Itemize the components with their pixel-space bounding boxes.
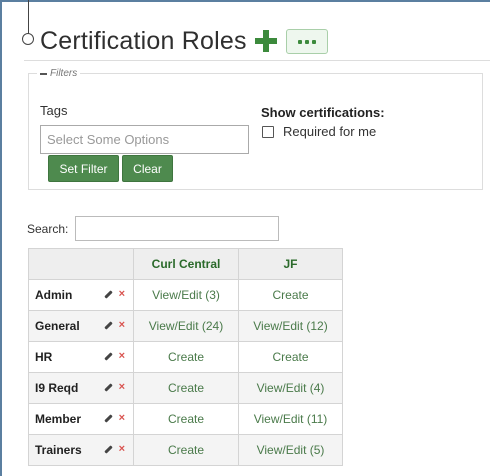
pencil-icon[interactable]	[103, 383, 113, 392]
collapse-icon	[40, 72, 47, 75]
pencil-icon[interactable]	[103, 290, 113, 299]
role-actions: ×	[103, 289, 125, 300]
cert-link[interactable]: View/Edit (11)	[238, 403, 343, 435]
pencil-icon[interactable]	[103, 445, 113, 454]
close-icon[interactable]: ×	[119, 351, 125, 362]
table-row: Admin × View/Edit (3) Create	[28, 279, 343, 311]
table-row: General × View/Edit (24) View/Edit (12)	[28, 310, 343, 342]
search-input[interactable]	[75, 216, 279, 241]
timeline-node	[22, 33, 34, 45]
ellipsis-dot	[305, 39, 309, 44]
role-actions: ×	[103, 382, 125, 393]
cert-link[interactable]: Create	[133, 434, 239, 466]
add-role-button[interactable]	[255, 30, 277, 52]
more-options-button[interactable]	[286, 29, 328, 54]
role-cell: Trainers ×	[28, 434, 134, 466]
column-header-jf[interactable]: JF	[238, 248, 343, 280]
plus-icon-stroke	[263, 30, 269, 52]
table-row: Member × Create View/Edit (11)	[28, 403, 343, 435]
search-label: Search:	[27, 222, 69, 236]
column-header-role	[28, 248, 134, 280]
pencil-icon[interactable]	[103, 414, 113, 423]
role-name: Member	[35, 412, 82, 426]
cert-link[interactable]: Create	[238, 279, 343, 311]
role-actions: ×	[103, 351, 125, 362]
role-actions: ×	[103, 320, 125, 331]
cert-link[interactable]: View/Edit (3)	[133, 279, 239, 311]
certification-roles-table: Curl Central JF Admin × View/Edit (3) Cr…	[28, 248, 343, 466]
close-icon[interactable]: ×	[119, 382, 125, 393]
role-cell: Member ×	[28, 403, 134, 435]
close-icon[interactable]: ×	[119, 289, 125, 300]
role-name: HR	[35, 350, 53, 364]
title-divider	[24, 60, 490, 61]
role-cell: HR ×	[28, 341, 134, 373]
close-icon[interactable]: ×	[119, 444, 125, 455]
cert-link[interactable]: Create	[238, 341, 343, 373]
close-icon[interactable]: ×	[119, 413, 125, 424]
page-title: Certification Roles	[40, 27, 247, 55]
pencil-icon[interactable]	[103, 321, 113, 330]
cert-link[interactable]: Create	[133, 372, 239, 404]
close-icon[interactable]: ×	[119, 320, 125, 331]
role-cell: Admin ×	[28, 279, 134, 311]
cert-link[interactable]: View/Edit (24)	[133, 310, 239, 342]
column-header-curl-central[interactable]: Curl Central	[133, 248, 239, 280]
ellipsis-icon	[298, 39, 302, 44]
role-cell: General ×	[28, 310, 134, 342]
role-name: General	[35, 319, 80, 333]
show-certifications-label: Show certifications:	[261, 105, 385, 120]
set-filter-button[interactable]: Set Filter	[48, 155, 119, 182]
role-actions: ×	[103, 444, 125, 455]
role-cell: I9 Reqd ×	[28, 372, 134, 404]
cert-link[interactable]: View/Edit (5)	[238, 434, 343, 466]
tags-label: Tags	[40, 103, 68, 118]
cert-link[interactable]: Create	[133, 341, 239, 373]
table-header-row: Curl Central JF	[28, 248, 343, 280]
role-actions: ×	[103, 413, 125, 424]
cert-link[interactable]: View/Edit (12)	[238, 310, 343, 342]
tags-select-input[interactable]	[40, 125, 249, 154]
pencil-icon[interactable]	[103, 352, 113, 361]
clear-filter-button[interactable]: Clear	[122, 155, 173, 182]
required-for-me-label[interactable]: Required for me	[283, 124, 376, 139]
role-name: Trainers	[35, 443, 82, 457]
timeline-line	[28, 0, 29, 34]
filters-legend-label: Filters	[50, 68, 78, 79]
required-for-me-checkbox[interactable]	[262, 126, 274, 138]
role-name: I9 Reqd	[35, 381, 79, 395]
table-row: I9 Reqd × Create View/Edit (4)	[28, 372, 343, 404]
role-name: Admin	[35, 288, 73, 302]
cert-link[interactable]: View/Edit (4)	[238, 372, 343, 404]
table-row: Trainers × Create View/Edit (5)	[28, 434, 343, 466]
ellipsis-dot	[312, 39, 316, 44]
table-row: HR × Create Create	[28, 341, 343, 373]
filters-legend[interactable]: Filters	[37, 68, 80, 79]
cert-link[interactable]: Create	[133, 403, 239, 435]
